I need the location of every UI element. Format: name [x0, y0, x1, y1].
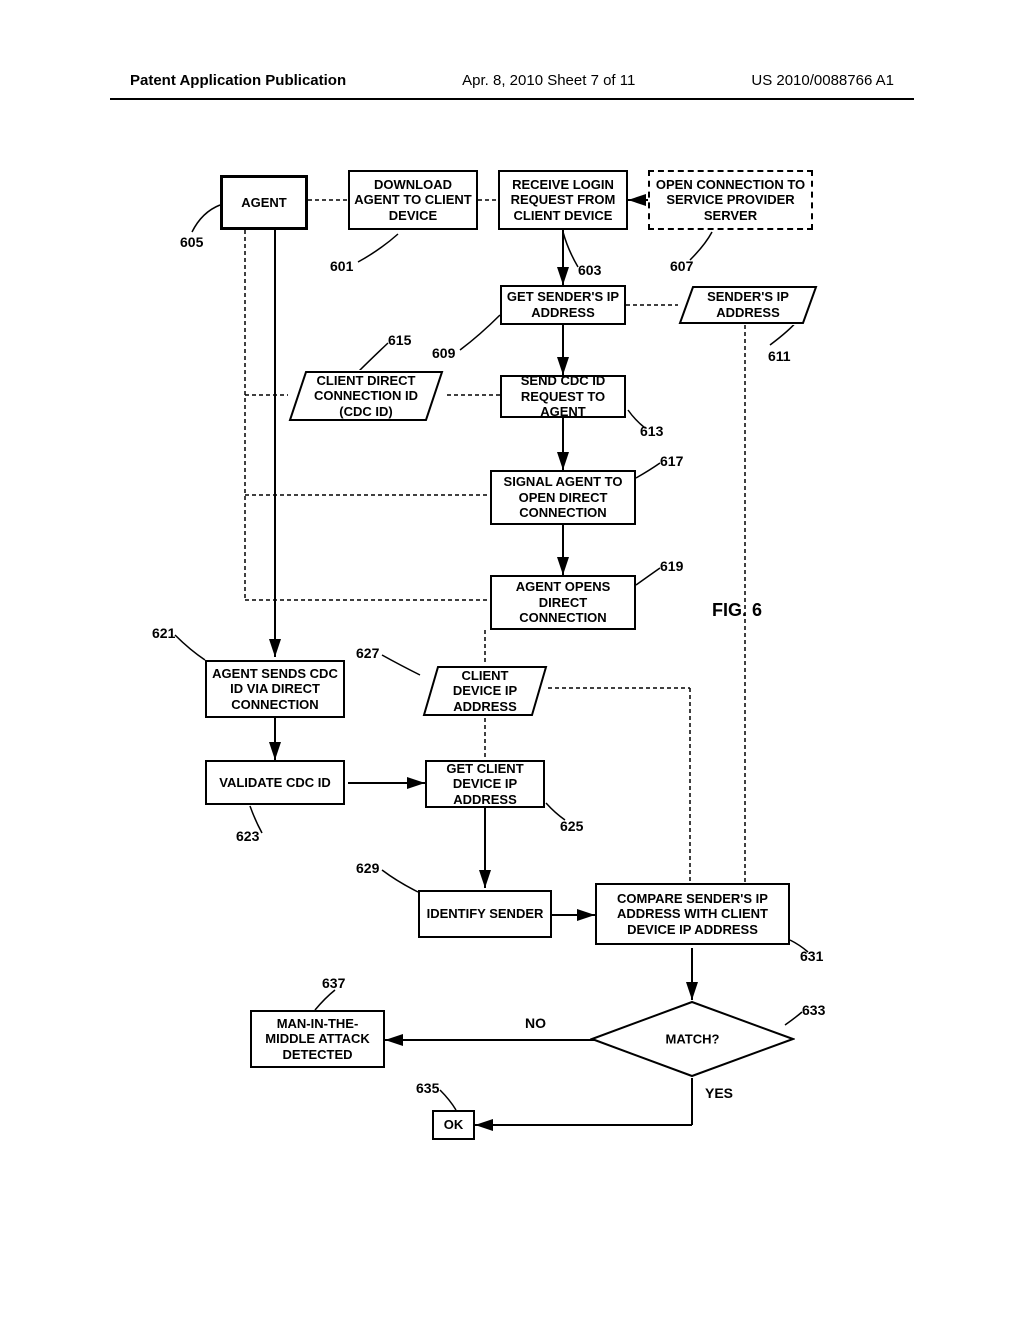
ref-611: 611 [768, 348, 791, 364]
box-mitm: MAN-IN-THE-MIDDLE ATTACK DETECTED [250, 1010, 385, 1068]
ref-621: 621 [152, 625, 175, 641]
header-rule [110, 98, 914, 100]
box-agent: AGENT [220, 175, 308, 230]
ref-609: 609 [432, 345, 455, 361]
ref-629: 629 [356, 860, 379, 876]
data-client-ip: CLIENT DEVICE IP ADDRESS [422, 665, 548, 717]
figure-label: FIG. 6 [712, 600, 762, 621]
ref-635: 635 [416, 1080, 439, 1096]
ref-605: 605 [180, 234, 203, 250]
ref-633: 633 [802, 1002, 825, 1018]
box-open-conn: OPEN CONNECTION TO SERVICE PROVIDER SERV… [648, 170, 813, 230]
label-yes: YES [705, 1085, 733, 1101]
ref-625: 625 [560, 818, 583, 834]
box-get-sender: GET SENDER'S IP ADDRESS [500, 285, 626, 325]
decision-match: MATCH? [590, 1000, 795, 1078]
ref-601: 601 [330, 258, 353, 274]
ref-617: 617 [660, 453, 683, 469]
header-center: Apr. 8, 2010 Sheet 7 of 11 [462, 72, 635, 89]
ref-613: 613 [640, 423, 663, 439]
ref-637: 637 [322, 975, 345, 991]
box-send-cdc: SEND CDC ID REQUEST TO AGENT [500, 375, 626, 418]
box-ok: OK [432, 1110, 475, 1140]
box-get-client: GET CLIENT DEVICE IP ADDRESS [425, 760, 545, 808]
box-compare: COMPARE SENDER'S IP ADDRESS WITH CLIENT … [595, 883, 790, 945]
box-receive: RECEIVE LOGIN REQUEST FROM CLIENT DEVICE [498, 170, 628, 230]
box-sends-cdc: AGENT SENDS CDC ID VIA DIRECT CONNECTION [205, 660, 345, 718]
header-left: Patent Application Publication [130, 72, 346, 89]
data-cdc-id: CLIENT DIRECT CONNECTION ID (CDC ID) [288, 370, 444, 422]
page-header: Patent Application Publication Apr. 8, 2… [0, 72, 1024, 89]
box-identify: IDENTIFY SENDER [418, 890, 552, 938]
header-right: US 2010/0088766 A1 [751, 72, 894, 89]
ref-607: 607 [670, 258, 693, 274]
box-signal: SIGNAL AGENT TO OPEN DIRECT CONNECTION [490, 470, 636, 525]
ref-627: 627 [356, 645, 379, 661]
box-validate: VALIDATE CDC ID [205, 760, 345, 805]
diagram-canvas: AGENT DOWNLOAD AGENT TO CLIENT DEVICE RE… [130, 170, 890, 1200]
ref-623: 623 [236, 828, 259, 844]
ref-603: 603 [578, 262, 601, 278]
ref-619: 619 [660, 558, 683, 574]
box-agent-opens: AGENT OPENS DIRECT CONNECTION [490, 575, 636, 630]
ref-631: 631 [800, 948, 823, 964]
label-no: NO [525, 1015, 546, 1031]
ref-615: 615 [388, 332, 411, 348]
box-download: DOWNLOAD AGENT TO CLIENT DEVICE [348, 170, 478, 230]
data-sender-ip: SENDER'S IP ADDRESS [678, 285, 818, 325]
